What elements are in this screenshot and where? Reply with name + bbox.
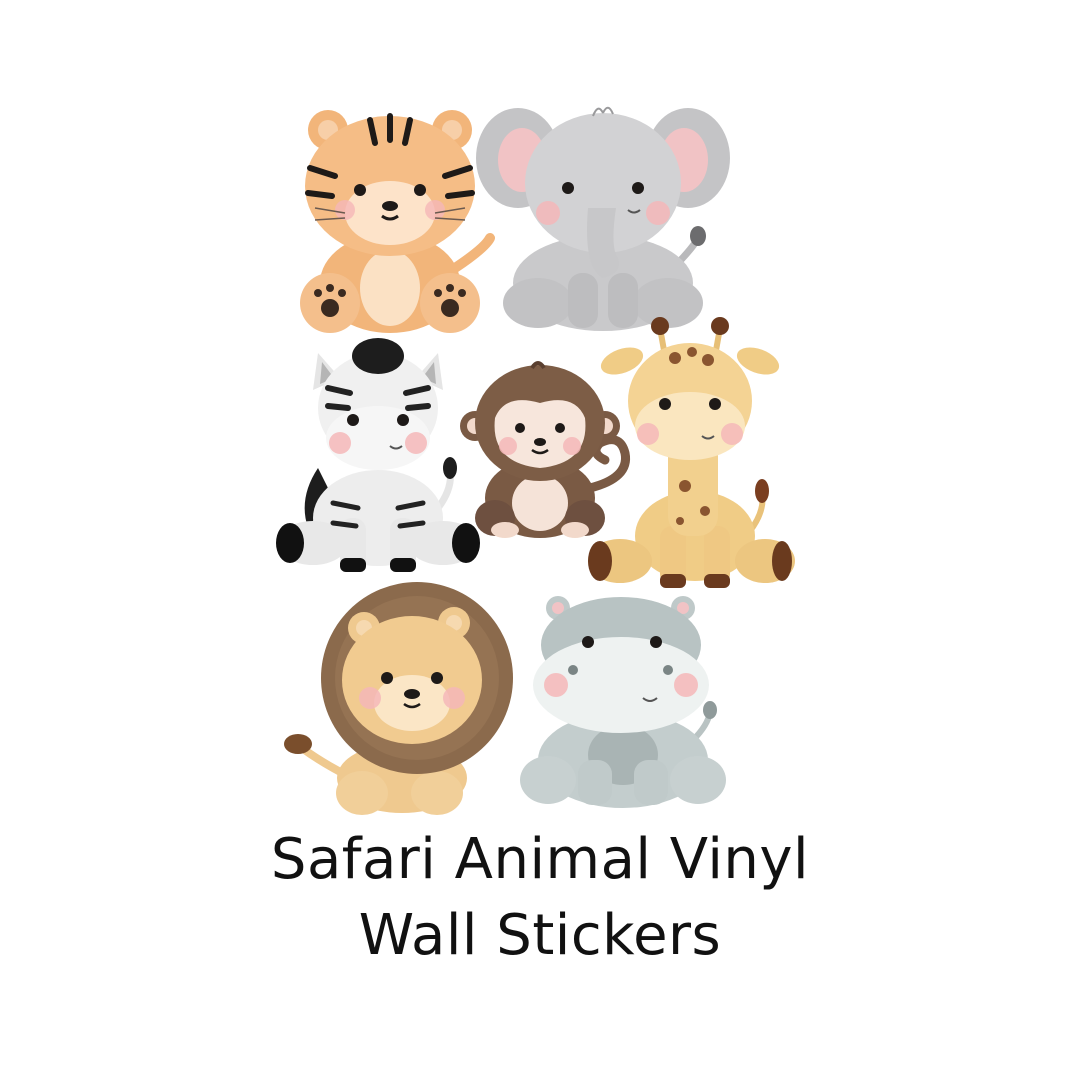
hippo-icon xyxy=(520,596,726,808)
elephant-icon xyxy=(476,106,730,331)
tiger-icon xyxy=(300,110,495,333)
tiger-sticker xyxy=(290,98,500,338)
title-line-2: Wall Stickers xyxy=(358,903,722,968)
lion-sticker xyxy=(282,578,516,815)
giraffe-sticker xyxy=(588,316,795,592)
title-line-1: Safari Animal Vinyl xyxy=(270,827,810,892)
product-image: Safari Animal Vinyl Wall Stickers xyxy=(0,0,1080,1080)
product-title: Safari Animal Vinyl Wall Stickers xyxy=(0,822,1080,974)
giraffe-icon xyxy=(588,317,795,588)
zebra-icon xyxy=(276,338,480,572)
zebra-sticker xyxy=(276,338,480,574)
lion-icon xyxy=(284,582,513,815)
hippo-sticker xyxy=(518,590,728,810)
elephant-sticker xyxy=(476,98,730,333)
